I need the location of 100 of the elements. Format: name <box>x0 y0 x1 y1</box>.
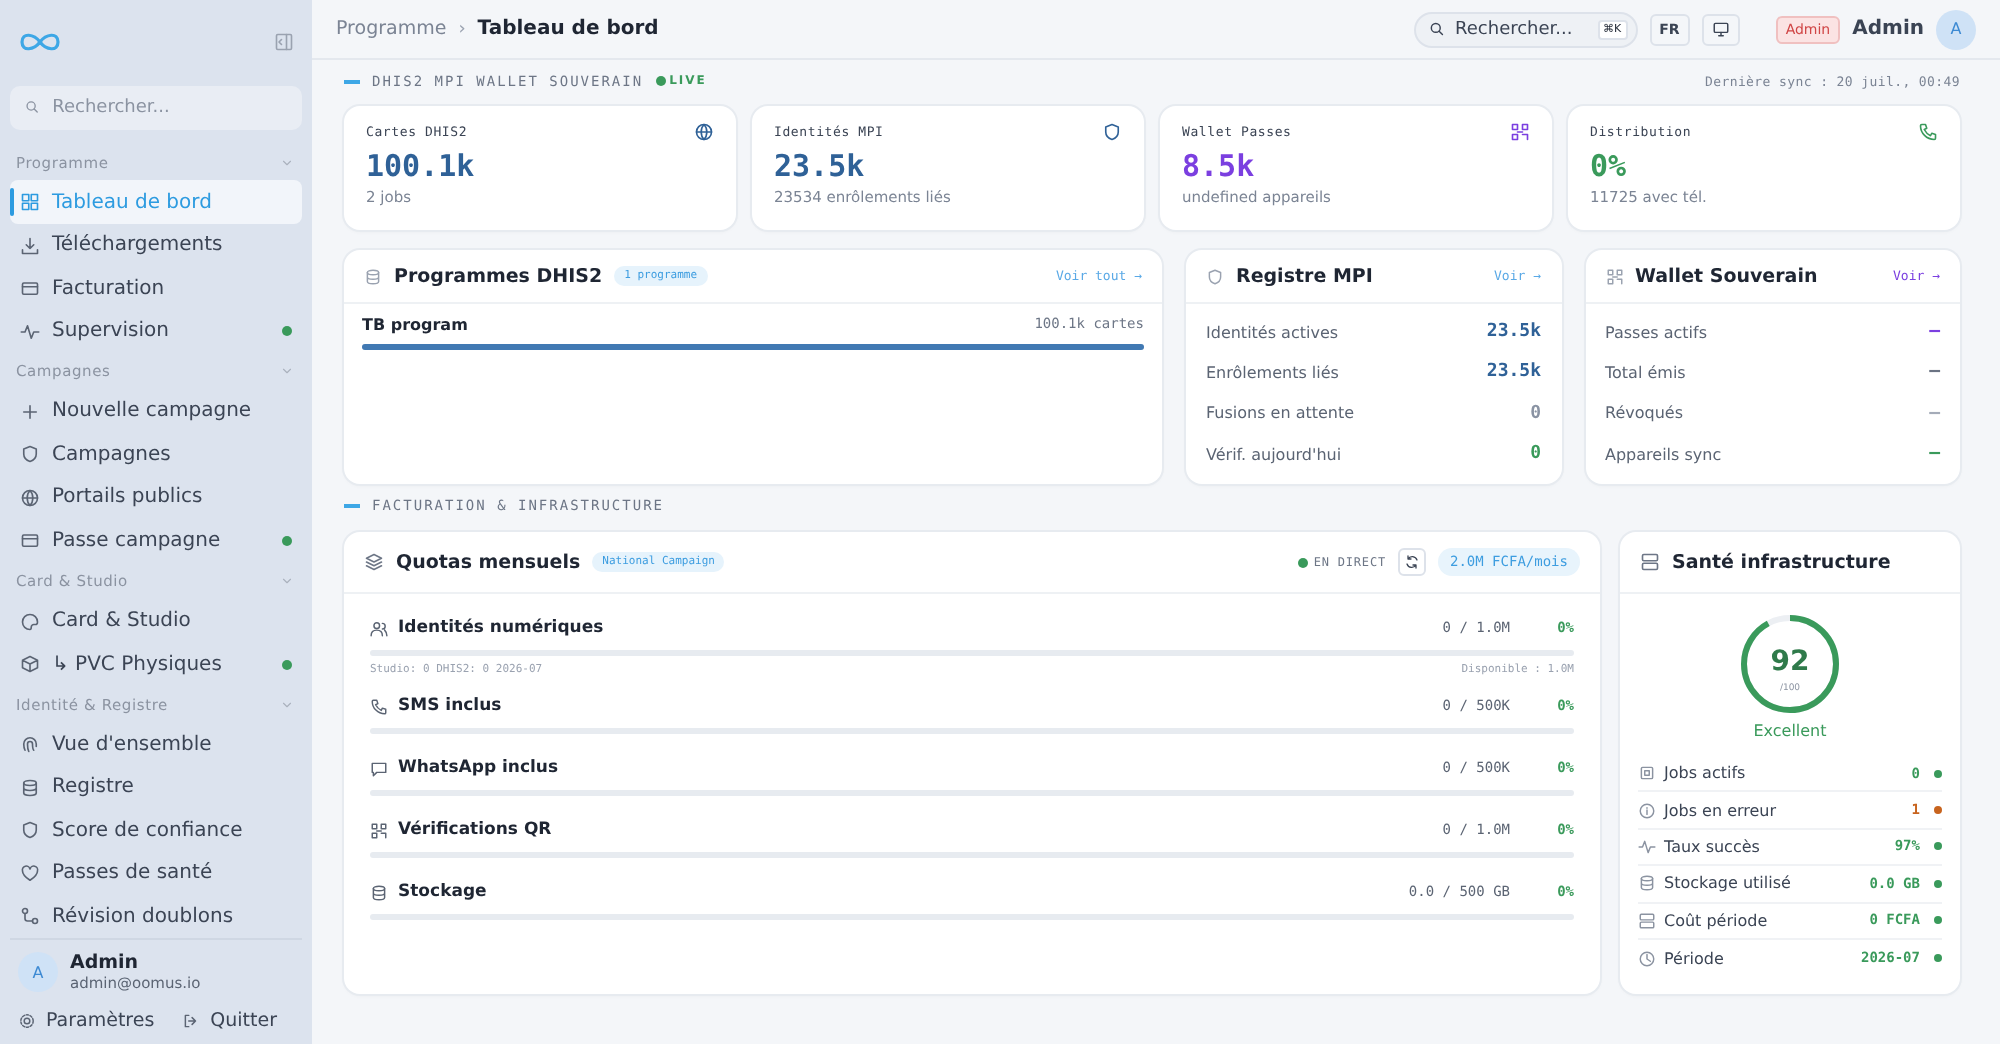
globe-icon <box>694 122 714 142</box>
metric-label: Coût période <box>1664 911 1770 930</box>
qr-icon <box>1510 122 1530 142</box>
stat-value: 8.5k <box>1182 148 1257 184</box>
card-icon <box>20 278 40 299</box>
phone-icon <box>370 697 388 715</box>
nav-item[interactable]: Score de confiance <box>10 809 302 852</box>
plus-icon <box>20 401 40 422</box>
metric-label: Identités actives <box>1206 323 1339 342</box>
chevron-icon <box>280 573 294 588</box>
server-icon <box>1640 552 1660 572</box>
grid-icon <box>20 192 40 213</box>
nav-item[interactable]: Portails publics <box>10 476 302 520</box>
metric-label: Fusions en attente <box>1206 404 1355 423</box>
metric-value: 0 <box>1530 403 1541 424</box>
chevron-icon <box>280 697 294 712</box>
metric-value: — <box>1929 362 1940 383</box>
chat-icon <box>370 759 388 777</box>
chevron-icon <box>280 364 294 379</box>
fingerprint-icon <box>20 734 40 755</box>
heart-icon <box>20 863 40 884</box>
quota-label: Identités numériques <box>398 618 606 638</box>
qr-icon <box>1605 267 1623 285</box>
settings-icon <box>18 1012 36 1030</box>
metric-label: Enrôlements liés <box>1206 363 1339 382</box>
metric-label: Appareils sync <box>1605 445 1722 464</box>
score-rating: Excellent <box>1753 722 1827 740</box>
stat-value: 23.5k <box>774 148 867 184</box>
nav-item[interactable]: Révision doublons <box>10 894 302 938</box>
nav-item[interactable]: Registre <box>10 766 302 810</box>
avatar: A <box>18 952 58 992</box>
metric-label: Taux succès <box>1664 837 1762 856</box>
display-button[interactable] <box>1701 13 1740 45</box>
phone-icon <box>1918 122 1938 142</box>
footer-link[interactable]: Paramètres <box>18 1010 155 1032</box>
database-icon <box>20 777 40 798</box>
nav-item[interactable]: Supervision <box>10 309 302 353</box>
user-name: Admin <box>1852 18 1924 40</box>
nav-item[interactable]: Passes de santé <box>10 851 302 895</box>
metric-label: Total émis <box>1605 363 1686 382</box>
breadcrumb-separator: › <box>458 19 466 39</box>
shield-icon <box>1102 122 1122 142</box>
database-icon <box>1638 874 1656 893</box>
metric-label: Stockage utilisé <box>1664 874 1793 893</box>
metric-label: Jobs en erreur <box>1664 801 1779 820</box>
shield-icon <box>1206 267 1224 285</box>
metric-value: — <box>1929 403 1940 424</box>
metric-label: Passes actifs <box>1605 323 1707 342</box>
shield-icon <box>20 444 40 465</box>
nav-item[interactable]: Campagnes <box>10 433 302 477</box>
pulse-icon <box>20 321 40 342</box>
qr-icon <box>370 821 388 839</box>
nav-item[interactable]: Téléchargements <box>10 223 302 267</box>
footer-link[interactable]: Quitter <box>182 1010 278 1032</box>
search-field[interactable]: Rechercher... <box>48 95 288 120</box>
search-icon <box>1427 20 1446 38</box>
logout-icon <box>182 1012 201 1030</box>
quota-label: SMS inclus <box>398 696 504 716</box>
nav-item[interactable]: Facturation <box>10 266 302 310</box>
logo-icon <box>18 30 62 55</box>
metric-label: Période <box>1664 949 1726 968</box>
search-box[interactable]: Rechercher... <box>10 85 302 130</box>
panel-title: Wallet Souverain <box>1635 265 1818 287</box>
nav-item[interactable]: Card & Studio <box>10 599 302 643</box>
page-title: Tableau de bord <box>477 18 661 40</box>
users-icon <box>370 619 388 637</box>
search-icon <box>24 98 41 117</box>
program-name: TB program <box>362 316 468 334</box>
chevron-icon <box>280 155 294 170</box>
sidebar-toggle-icon[interactable] <box>274 32 294 53</box>
clock-icon <box>1638 949 1656 968</box>
refresh-button[interactable] <box>1397 548 1426 576</box>
user-name: Admin <box>70 952 141 974</box>
refresh-icon <box>1403 554 1420 570</box>
route-icon <box>20 906 40 927</box>
nav-item[interactable]: Passe campagne <box>10 519 302 562</box>
shield-icon <box>20 820 40 841</box>
search-field[interactable]: Rechercher... <box>1451 17 1592 41</box>
quota-label: WhatsApp inclus <box>398 758 561 778</box>
layers-icon <box>364 552 384 572</box>
nav-item[interactable]: Nouvelle campagne <box>10 390 302 434</box>
download-icon <box>20 235 40 256</box>
chip-icon <box>1638 764 1656 783</box>
stat-value: 100.1k <box>366 148 477 184</box>
metric-value: 23.5k <box>1486 362 1541 383</box>
info-icon <box>1638 801 1656 820</box>
panel-title: Quotas mensuels <box>396 551 581 573</box>
metric-label: Vérif. aujourd'hui <box>1206 445 1342 464</box>
globe-icon <box>20 487 40 508</box>
metric-label: Révoqués <box>1605 404 1683 423</box>
quota-label: Vérifications QR <box>398 820 554 840</box>
metric-value: — <box>1929 322 1940 343</box>
quota-label: Stockage <box>398 882 489 902</box>
card-icon <box>20 530 40 551</box>
palette-icon <box>20 611 40 632</box>
metric-label: Jobs actifs <box>1664 764 1748 783</box>
nav-item[interactable]: ↳ PVC Physiques <box>10 642 302 686</box>
nav-item[interactable]: Vue d'ensemble <box>10 723 302 767</box>
pulse-icon <box>1638 837 1656 856</box>
database-icon <box>364 267 382 285</box>
